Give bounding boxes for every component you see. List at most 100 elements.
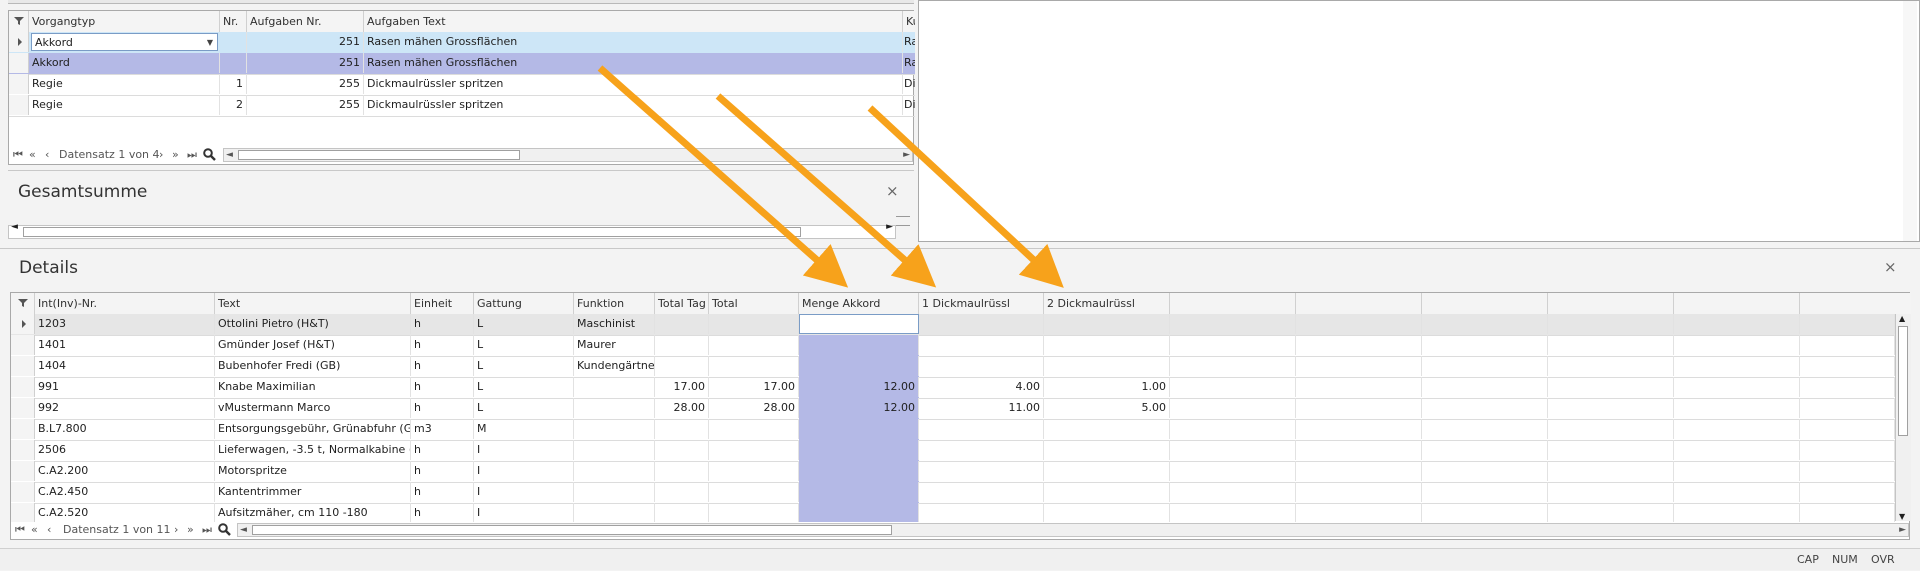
table-row[interactable]: C.A2.200 Motorspritze h I	[11, 461, 1895, 483]
cell-1-dickmaulruessl[interactable]	[919, 482, 1044, 502]
cell-vorgangtyp[interactable]: Akkord	[29, 53, 220, 73]
cell-int-inv-nr[interactable]: C.A2.450	[35, 482, 215, 502]
cell-einheit[interactable]: h	[411, 314, 474, 334]
cell-empty[interactable]	[1674, 440, 1800, 460]
cell-funktion[interactable]	[574, 440, 655, 460]
cell-empty[interactable]	[1800, 440, 1895, 460]
dropdown-icon[interactable]: ▼	[207, 34, 213, 50]
cell-text[interactable]: Lieferwagen, -3.5 t, Normalkabine (GB)	[215, 440, 411, 460]
cell-einheit[interactable]: h	[411, 461, 474, 481]
cell-total[interactable]	[709, 314, 799, 334]
cell-text[interactable]: Gmünder Josef (H&T)	[215, 335, 411, 355]
cell-2-dickmaulruessl[interactable]	[1044, 419, 1170, 439]
cell-empty[interactable]	[1800, 314, 1895, 334]
cell-aufgaben-text[interactable]: Dickmaulrüssler spritzen	[364, 74, 903, 94]
cell-empty[interactable]	[1800, 419, 1895, 439]
cell-text[interactable]: Entsorgungsgebühr, Grünabfuhr (GB)	[215, 419, 411, 439]
search-icon[interactable]	[203, 148, 216, 168]
cell-empty[interactable]	[1296, 398, 1422, 418]
col-aufgaben-text[interactable]: Aufgaben Text	[364, 11, 903, 32]
cell-empty[interactable]	[1674, 314, 1800, 334]
cell-gattung[interactable]: I	[474, 440, 574, 460]
cell-aufgaben-text[interactable]: Rasen mähen Grossflächen	[364, 32, 903, 52]
cell-aufgaben-nr[interactable]: 255	[247, 95, 364, 115]
cell-empty[interactable]	[1422, 377, 1548, 397]
cell-2-dickmaulruessl[interactable]	[1044, 440, 1170, 460]
cell-total-tag[interactable]	[655, 482, 709, 502]
cell-int-inv-nr[interactable]: 991	[35, 377, 215, 397]
cell-empty[interactable]	[1674, 398, 1800, 418]
scroll-thumb[interactable]	[252, 525, 892, 535]
cell-empty[interactable]	[1170, 356, 1296, 376]
vorgang-grid-hscrollbar[interactable]: ◄ ►	[223, 148, 913, 162]
cell-empty[interactable]	[1170, 482, 1296, 502]
cell-vorgangtyp[interactable]: Regie	[29, 95, 220, 115]
nav-next-icon[interactable]: ›	[174, 520, 178, 540]
cell-empty[interactable]	[1548, 419, 1674, 439]
cell-gattung[interactable]: L	[474, 398, 574, 418]
cell-total[interactable]: 28.00	[709, 398, 799, 418]
table-row[interactable]: Akkord 251 Rasen mähen Grossflächen Ra	[9, 53, 915, 75]
col-funktion[interactable]: Funktion	[574, 293, 655, 314]
table-row[interactable]: B.L7.800 Entsorgungsgebühr, Grünabfuhr (G…	[11, 419, 1895, 441]
cell-funktion[interactable]	[574, 461, 655, 481]
cell-empty[interactable]	[1548, 314, 1674, 334]
cell-einheit[interactable]: m3	[411, 419, 474, 439]
cell-1-dickmaulruessl[interactable]	[919, 335, 1044, 355]
nav-last-icon[interactable]: ⏭	[187, 145, 197, 165]
cell-int-inv-nr[interactable]: 1401	[35, 335, 215, 355]
cell-int-inv-nr[interactable]: B.L7.800	[35, 419, 215, 439]
table-row[interactable]: 1401 Gmünder Josef (H&T) h L Maurer	[11, 335, 1895, 357]
cell-empty[interactable]	[1548, 377, 1674, 397]
resize-grip[interactable]	[896, 216, 910, 226]
cell-total-tag[interactable]	[655, 314, 709, 334]
cell-2-dickmaulruessl[interactable]: 1.00	[1044, 377, 1170, 397]
right-pane-vscrollbar[interactable]	[1903, 1, 1917, 241]
cell-empty[interactable]	[1170, 419, 1296, 439]
col-nr[interactable]: Nr.	[220, 11, 247, 32]
cell-empty[interactable]	[1548, 398, 1674, 418]
cell-funktion[interactable]: Kundengärtner	[574, 356, 655, 376]
cell-empty[interactable]	[1674, 377, 1800, 397]
scroll-thumb[interactable]	[238, 150, 520, 160]
nav-prev-icon[interactable]: ‹	[47, 520, 51, 540]
details-close-icon[interactable]: ×	[1884, 258, 1897, 276]
cell-menge-akkord[interactable]	[799, 461, 919, 481]
cell-int-inv-nr[interactable]: 992	[35, 398, 215, 418]
cell-ku[interactable]: Ra	[903, 32, 915, 52]
cell-aufgaben-nr[interactable]: 255	[247, 74, 364, 94]
scroll-right-icon[interactable]: ►	[886, 222, 893, 232]
col-ku[interactable]: Ku	[903, 11, 915, 32]
cell-2-dickmaulruessl[interactable]	[1044, 482, 1170, 502]
cell-menge-akkord[interactable]	[799, 482, 919, 502]
cell-empty[interactable]	[1170, 314, 1296, 334]
nav-first-icon[interactable]: ⏮	[15, 520, 25, 540]
nav-prev-page-icon[interactable]: «	[31, 520, 38, 540]
scroll-thumb[interactable]	[23, 227, 801, 237]
cell-empty[interactable]	[1170, 335, 1296, 355]
cell-1-dickmaulruessl[interactable]: 11.00	[919, 398, 1044, 418]
scroll-left-icon[interactable]: ◄	[240, 520, 247, 540]
cell-einheit[interactable]: h	[411, 440, 474, 460]
cell-empty[interactable]	[1296, 482, 1422, 502]
cell-empty[interactable]	[1548, 356, 1674, 376]
cell-total-tag[interactable]	[655, 461, 709, 481]
cell-empty[interactable]	[1296, 356, 1422, 376]
cell-nr[interactable]	[220, 32, 247, 52]
cell-text[interactable]: Knabe Maximilian	[215, 377, 411, 397]
cell-2-dickmaulruessl[interactable]	[1044, 461, 1170, 481]
scroll-right-icon[interactable]: ►	[1899, 520, 1906, 540]
cell-empty[interactable]	[1170, 377, 1296, 397]
cell-ku[interactable]: Dic	[903, 95, 915, 115]
cell-total[interactable]	[709, 335, 799, 355]
nav-prev-icon[interactable]: ‹	[45, 145, 49, 165]
cell-empty[interactable]	[1170, 398, 1296, 418]
nav-prev-page-icon[interactable]: «	[29, 145, 36, 165]
cell-menge-akkord[interactable]: 12.00	[799, 377, 919, 397]
cell-text[interactable]: Bubenhofer Fredi (GB)	[215, 356, 411, 376]
cell-1-dickmaulruessl[interactable]: 4.00	[919, 377, 1044, 397]
col-vorgangtyp[interactable]: Vorgangtyp	[29, 11, 220, 32]
cell-total-tag[interactable]	[655, 440, 709, 460]
search-icon[interactable]	[218, 523, 231, 543]
table-row[interactable]: Akkord ▼ 251 Rasen mähen Grossflächen Ra	[9, 32, 915, 54]
